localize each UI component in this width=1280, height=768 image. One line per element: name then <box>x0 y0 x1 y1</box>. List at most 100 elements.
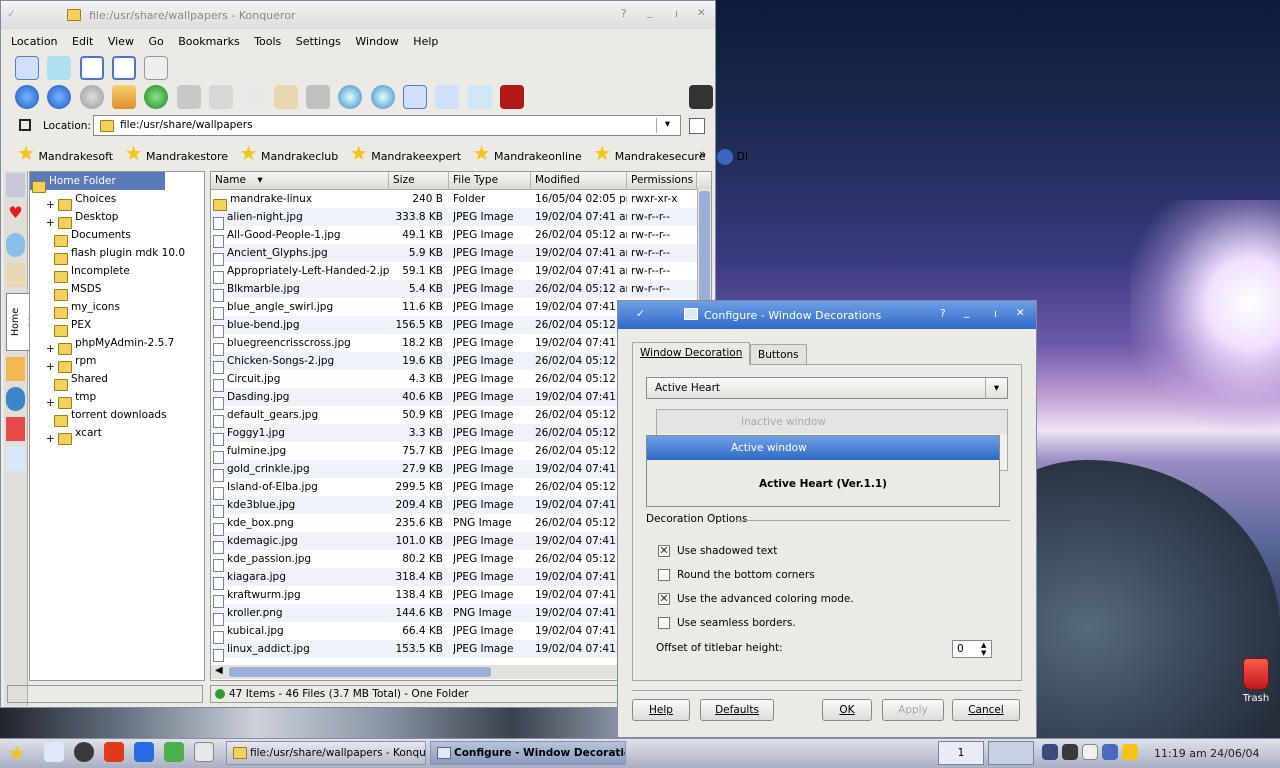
scroll-left-icon[interactable]: ◀ <box>215 665 223 676</box>
minimize-icon[interactable]: _ <box>647 6 652 18</box>
preview-icon[interactable] <box>467 85 492 109</box>
tab-window-decoration[interactable]: Window Decoration <box>632 342 751 365</box>
bookmark-mandrakeclub[interactable]: ★ Mandrakeclub <box>240 143 339 163</box>
history-sidebar-icon[interactable] <box>6 263 25 287</box>
paste-icon[interactable] <box>273 85 298 109</box>
file-row[interactable]: alien-night.jpg 333.8 KB JPEG Image 19/02/0… <box>211 208 711 230</box>
menu-settings[interactable]: Settings <box>296 35 341 48</box>
copy-icon[interactable] <box>241 85 266 109</box>
file-row[interactable]: Appropriately-Left-Handed-2.jpg 59.1 KB JP… <box>211 262 711 284</box>
icon-view-icon[interactable] <box>403 85 428 109</box>
zoom-out-icon[interactable] <box>370 85 395 109</box>
home-icon[interactable] <box>112 85 137 109</box>
klipper-tray-icon[interactable] <box>1082 744 1098 760</box>
task-konqueror[interactable]: file:/usr/share/wallpapers - Konquero <box>226 741 426 765</box>
grid-icon[interactable] <box>500 85 525 109</box>
column-name[interactable]: Name ▾ <box>211 172 389 190</box>
scrollbar-thumb[interactable] <box>699 191 710 311</box>
gear-icon[interactable] <box>689 85 713 109</box>
start-star-icon[interactable]: ★ <box>8 741 26 765</box>
hscroll-thumb[interactable] <box>229 667 491 677</box>
go-icon[interactable] <box>689 118 705 134</box>
checkbox[interactable]: ✕ <box>658 545 670 557</box>
location-combo[interactable]: file:/usr/share/wallpapers ▾ <box>93 115 681 136</box>
file-row[interactable]: Blkmarble.jpg 5.4 KB JPEG Image 26/02/04 05… <box>211 280 711 302</box>
tree-item[interactable]: + rpm <box>30 352 204 373</box>
option-shadowed-text[interactable]: ✕ Use shadowed text <box>658 545 777 557</box>
root-icon[interactable] <box>6 447 25 471</box>
help-button[interactable]: Help <box>632 699 690 721</box>
menu-edit[interactable]: Edit <box>72 35 93 48</box>
reload-icon[interactable] <box>144 85 169 109</box>
checkbox[interactable] <box>658 617 670 629</box>
bookmark-mandrakestore[interactable]: ★ Mandrakestore <box>125 143 228 163</box>
checkbox[interactable] <box>658 569 670 581</box>
up-icon[interactable] <box>15 85 39 109</box>
location-input[interactable]: file:/usr/share/wallpapers <box>120 119 253 131</box>
mail-icon[interactable] <box>164 742 184 762</box>
decoration-select[interactable]: Active Heart ▾ <box>646 377 1008 399</box>
maximize-icon[interactable]: ı <box>675 8 678 20</box>
dialog-titlebar[interactable]: ✓ Configure - Window Decorations ? _ ı ✕ <box>618 301 1036 329</box>
tree-item[interactable]: Incomplete <box>30 262 204 283</box>
file-row[interactable]: All-Good-People-1.jpg 49.1 KB JPEG Image 26… <box>211 226 711 248</box>
cut-icon[interactable] <box>209 85 234 109</box>
column-permissions[interactable]: Permissions <box>627 172 697 190</box>
pager-desktop-2[interactable] <box>988 741 1034 765</box>
option-round-corners[interactable]: Round the bottom corners <box>658 569 815 581</box>
network-icon[interactable] <box>6 387 25 411</box>
menu-icon[interactable]: ✓ <box>7 8 16 20</box>
print-icon[interactable] <box>306 85 331 109</box>
menu-tools[interactable]: Tools <box>254 35 281 48</box>
menu-location[interactable]: Location <box>11 35 58 48</box>
column-file-type[interactable]: File Type <box>449 172 531 190</box>
konqueror-titlebar[interactable]: ✓ file:/usr/share/wallpapers - Konqueror… <box>1 1 715 29</box>
back-icon[interactable] <box>47 85 72 109</box>
offset-spinbox[interactable]: 0 ▲ ▼ <box>952 640 992 658</box>
writer-icon[interactable] <box>194 742 214 762</box>
option-seamless-borders[interactable]: Use seamless borders. <box>658 617 796 629</box>
tab-buttons[interactable]: Buttons <box>750 344 807 364</box>
printer-tray-icon[interactable] <box>1062 744 1078 760</box>
spin-arrows-icon[interactable]: ▲ ▼ <box>981 641 986 657</box>
menu-bookmarks[interactable]: Bookmarks <box>178 35 239 48</box>
stop-icon[interactable] <box>176 85 201 109</box>
help-icon[interactable]: ? <box>621 8 627 20</box>
zoom-in-icon[interactable] <box>338 85 363 109</box>
security-tray-icon[interactable] <box>1122 744 1138 760</box>
bookmark-mandrakesecure[interactable]: ★ Mandrakesecure <box>593 143 705 163</box>
menu-icon[interactable]: ✓ <box>636 308 645 320</box>
close-icon[interactable]: ✕ <box>697 7 706 19</box>
blank-view-icon[interactable] <box>144 56 169 80</box>
menu-window[interactable]: Window <box>355 35 398 48</box>
column-size[interactable]: Size <box>389 172 449 190</box>
menu-view[interactable]: View <box>108 35 134 48</box>
clock[interactable]: 11:19 am 24/06/04 <box>1154 747 1260 760</box>
sidebar-config-icon[interactable] <box>6 173 25 197</box>
home-sidebar-icon[interactable] <box>6 357 25 381</box>
tree-item[interactable]: + xcart <box>30 424 204 445</box>
kde-icon[interactable] <box>134 742 154 762</box>
cancel-button[interactable]: Cancel <box>952 699 1020 721</box>
chevron-down-icon[interactable]: ▾ <box>656 118 678 133</box>
terminal-icon[interactable] <box>74 742 94 762</box>
tree-item[interactable]: + tmp <box>30 388 204 409</box>
tree-item[interactable]: + Desktop <box>30 208 204 229</box>
home-view-icon[interactable] <box>15 56 39 80</box>
close-icon[interactable]: ✕ <box>1016 307 1025 319</box>
help-icon[interactable]: ? <box>940 308 946 320</box>
clear-location-icon[interactable] <box>19 119 31 131</box>
tree-item[interactable]: torrent downloads <box>30 406 204 427</box>
detail-view-icon[interactable] <box>435 85 460 109</box>
ok-button[interactable]: OK <box>822 699 872 721</box>
tree-item[interactable]: + phpMyAdmin-2.5.7 <box>30 334 204 355</box>
network-tray-icon[interactable] <box>1042 744 1058 760</box>
column-modified[interactable]: Modified <box>531 172 627 190</box>
menu-help[interactable]: Help <box>413 35 438 48</box>
services-icon[interactable] <box>6 417 25 441</box>
tree-item[interactable]: flash plugin mdk 10.0 <box>30 244 204 265</box>
file-row[interactable]: Ancient_Glyphs.jpg 5.9 KB JPEG Image 19/02/… <box>211 244 711 266</box>
maximize-icon[interactable]: ı <box>994 308 997 320</box>
bookmarks-overflow-icon[interactable]: » <box>699 147 706 161</box>
devices-icon[interactable] <box>6 233 25 257</box>
